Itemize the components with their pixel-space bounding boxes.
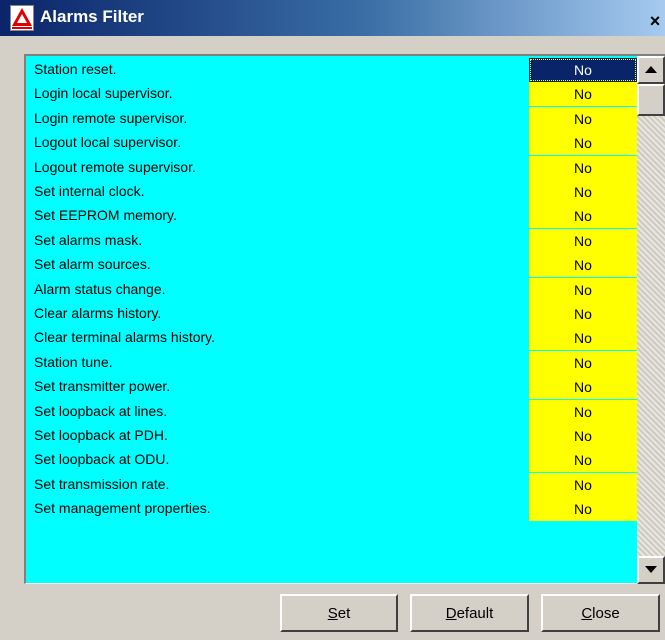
list-item[interactable]: Login local supervisor. No (26, 82, 637, 107)
alarm-label: Set alarms mask. (34, 231, 143, 248)
list-item[interactable]: Set transmission rate. No (26, 472, 637, 497)
alarm-value-cell[interactable]: No (529, 399, 637, 424)
list-item[interactable]: Set transmitter power. No (26, 375, 637, 400)
alarm-label: Set internal clock. (34, 183, 145, 199)
alarm-value-cell[interactable]: No (529, 155, 637, 180)
list-item[interactable]: Clear terminal alarms history. No (26, 326, 637, 351)
alarm-value-cell[interactable]: No (529, 204, 637, 229)
alarm-label: Login remote supervisor. (34, 109, 188, 126)
list-item[interactable]: Set EEPROM memory. No (26, 204, 637, 229)
scroll-up-button[interactable] (637, 56, 665, 84)
set-button-label: et (337, 604, 351, 622)
default-button-label: efault (456, 604, 494, 622)
alarm-label: Login local supervisor. (34, 85, 173, 102)
default-button[interactable]: Default (410, 594, 529, 632)
alarm-value-cell[interactable]: No (529, 472, 637, 497)
close-button-label: lose (592, 604, 620, 622)
alarm-label: Set EEPROM memory. (34, 207, 177, 224)
alarm-label: Set alarm sources. (34, 256, 151, 273)
alarm-label: Station reset. (34, 61, 117, 77)
alarm-label: Set transmission rate. (34, 475, 170, 492)
title-bar: Alarms Filter × (0, 0, 665, 36)
alarm-label: Set management properties. (34, 500, 211, 517)
alarm-label: Clear terminal alarms history. (34, 329, 216, 346)
alarm-value-cell[interactable]: No (529, 448, 637, 473)
alarm-value-cell[interactable]: No (529, 131, 637, 156)
alarm-label: Set transmitter power. (34, 378, 171, 395)
list-item[interactable]: Logout local supervisor. No (26, 131, 637, 156)
alarm-value-cell[interactable]: No (529, 497, 637, 522)
list-item[interactable]: Station tune. No (26, 350, 637, 375)
set-button[interactable]: Set (280, 594, 398, 632)
list-item[interactable]: Set loopback at lines. No (26, 399, 637, 424)
alarm-label: Set loopback at ODU. (34, 451, 170, 468)
scroll-thumb[interactable] (637, 84, 665, 116)
alarms-list[interactable]: Station reset. No Login local supervisor. N… (24, 54, 665, 584)
list-item[interactable]: Set management properties. No (26, 497, 637, 522)
close-icon[interactable]: × (645, 11, 665, 31)
alarm-value-cell[interactable]: No (529, 350, 637, 375)
arrow-up-icon (645, 66, 657, 73)
close-button-accel: C (581, 604, 593, 622)
alarm-label: Logout local supervisor. (34, 134, 182, 151)
vertical-scrollbar[interactable] (637, 56, 665, 584)
alarm-value-cell[interactable]: No (529, 180, 637, 204)
alarm-value-cell[interactable]: No (529, 424, 637, 448)
list-item[interactable]: Logout remote supervisor. No (26, 155, 637, 180)
list-item[interactable]: Set alarm sources. No (26, 253, 637, 278)
set-button-accel: S (327, 604, 338, 622)
alarm-value-cell[interactable]: No (529, 277, 637, 302)
alarm-value-cell[interactable]: No (529, 302, 637, 326)
alarm-label: Station tune. (34, 353, 113, 370)
list-item[interactable]: Alarm status change. No (26, 277, 637, 302)
alarm-label: Set loopback at lines. (34, 402, 168, 419)
default-button-accel: D (445, 604, 457, 622)
alarm-value-cell[interactable]: No (529, 82, 637, 107)
alarm-label: Clear alarms history. (34, 305, 162, 321)
list-item[interactable]: Clear alarms history. No (26, 302, 637, 326)
alarm-value-cell[interactable]: No (529, 228, 637, 253)
alarm-label: Logout remote supervisor. (34, 158, 196, 175)
alarm-label: Set loopback at PDH. (34, 427, 168, 443)
alarm-label: Alarm status change. (34, 280, 166, 297)
list-item[interactable]: Set loopback at PDH. No (26, 424, 637, 448)
close-button[interactable]: Close (541, 594, 660, 632)
window-title: Alarms Filter (40, 7, 144, 26)
warning-triangle-icon (10, 5, 34, 31)
arrow-down-icon (645, 566, 657, 573)
list-item[interactable]: Station reset. No (26, 58, 637, 82)
list-item[interactable]: Set loopback at ODU. No (26, 448, 637, 473)
alarm-value-cell[interactable]: No (529, 375, 637, 400)
list-item[interactable]: Login remote supervisor. No (26, 106, 637, 131)
list-item[interactable]: Set internal clock. No (26, 180, 637, 204)
alarm-value-cell[interactable]: No (529, 253, 637, 278)
scroll-down-button[interactable] (637, 556, 665, 584)
list-item[interactable]: Set alarms mask. No (26, 228, 637, 253)
alarm-value-cell[interactable]: No (529, 106, 637, 131)
alarm-value-cell[interactable]: No (529, 326, 637, 351)
alarm-value-cell[interactable]: No (529, 58, 637, 82)
